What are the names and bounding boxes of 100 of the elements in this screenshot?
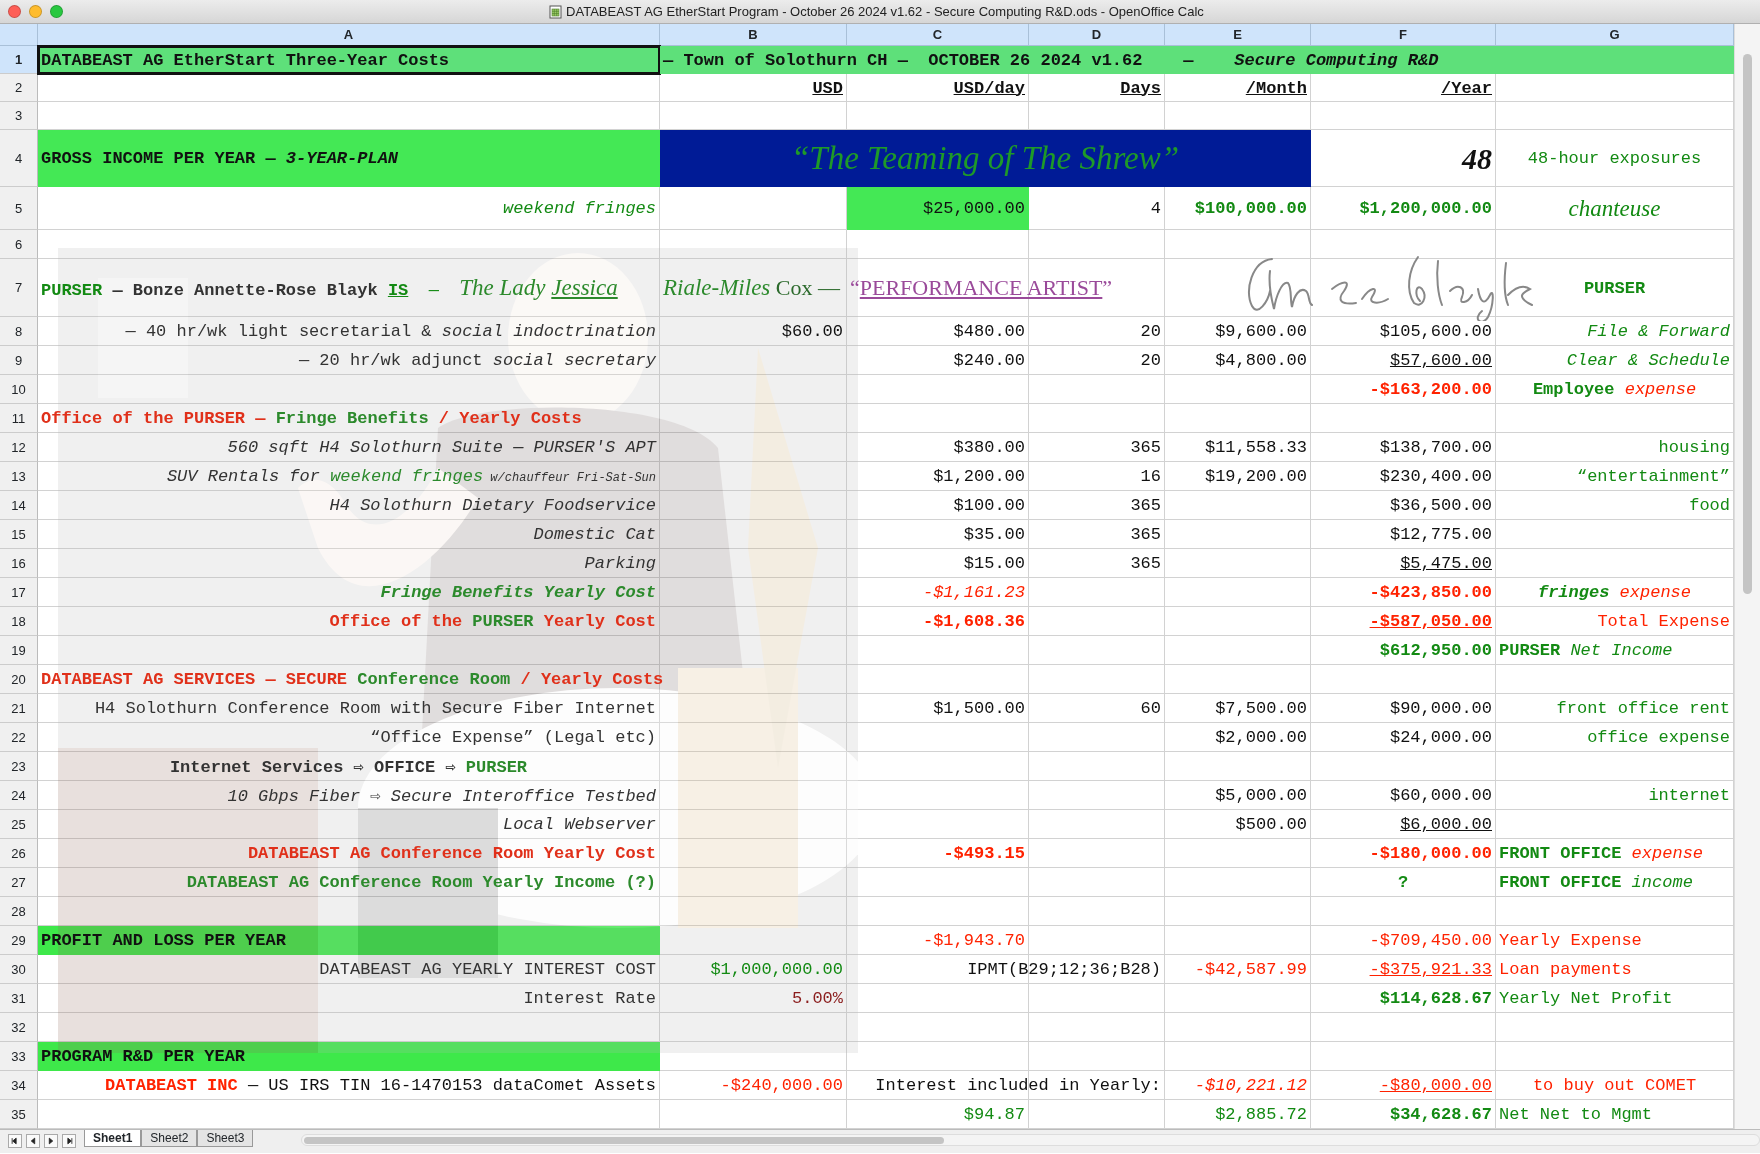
row-header[interactable]: 23 [0, 752, 38, 781]
row-header[interactable]: 19 [0, 636, 38, 665]
row-header[interactable]: 35 [0, 1100, 38, 1129]
cell-text: Fringe Benefits Yearly Cost [380, 583, 656, 602]
cell-text: “entertainment” [1576, 467, 1730, 486]
row-header[interactable]: 6 [0, 230, 38, 259]
sheet-tab[interactable]: Sheet1 [84, 1130, 142, 1147]
row-header[interactable]: 21 [0, 694, 38, 723]
cell-text: $1,200.00 [933, 467, 1025, 486]
cell-text: $100.00 [953, 496, 1025, 515]
row-header[interactable]: 3 [0, 102, 38, 130]
zoom-button[interactable] [50, 5, 63, 18]
cell-text: “PERFORMANCE ARTIST” [850, 275, 1113, 301]
cell-text: $25,000.00 [922, 199, 1025, 218]
row-header[interactable]: 20 [0, 665, 38, 694]
cell-text: $105,600.00 [1379, 322, 1492, 341]
row-header[interactable]: 8 [0, 317, 38, 346]
cell-text: $138,700.00 [1379, 438, 1492, 457]
cell-text: IPMT(B29;12;36;B28) [967, 960, 1161, 979]
row-header[interactable]: 28 [0, 897, 38, 926]
cell-text: $5,000.00 [1215, 786, 1307, 805]
column-header[interactable]: D [1029, 24, 1165, 46]
cell-text: food [1689, 496, 1730, 515]
cell-text: PURSER Net Income [1499, 641, 1673, 660]
row-header[interactable]: 27 [0, 868, 38, 897]
row-header[interactable]: 34 [0, 1071, 38, 1100]
cell-text: Clear & Schedule [1566, 351, 1730, 370]
cell-text: $35.00 [963, 525, 1025, 544]
cell-text: $15.00 [963, 554, 1025, 573]
first-sheet-button[interactable] [8, 1134, 22, 1148]
row-header[interactable]: 24 [0, 781, 38, 810]
row-header[interactable]: 2 [0, 74, 38, 102]
cell-text: $380.00 [953, 438, 1025, 457]
row-header[interactable]: 29 [0, 926, 38, 955]
cell-text: FRONT OFFICE income [1499, 873, 1693, 892]
cell-text: -$163,200.00 [1369, 380, 1492, 399]
scrollbar-thumb[interactable] [1743, 54, 1752, 594]
cell-text: 20 [1140, 322, 1161, 341]
cell-text: $2,000.00 [1215, 728, 1307, 747]
row-header[interactable]: 9 [0, 346, 38, 375]
row-header[interactable]: 13 [0, 462, 38, 491]
cell-text: Interest included in Yearly: [875, 1076, 1161, 1095]
minimize-button[interactable] [29, 5, 42, 18]
column-header[interactable]: F [1311, 24, 1496, 46]
cell-text: Yearly Net Profit [1499, 989, 1673, 1008]
cell-text: DATABEAST AG EtherStart Three-Year Costs [41, 50, 450, 70]
column-header[interactable]: B [660, 24, 847, 46]
scrollbar-thumb[interactable] [304, 1137, 945, 1144]
cell-text: $612,950.00 [1379, 641, 1492, 660]
cell-text: -$10,221.12 [1194, 1076, 1307, 1095]
cell-text: 365 [1130, 525, 1161, 544]
cell-text: 48 [1462, 141, 1492, 176]
cell-text: Office of the PURSER — Fringe Benefits / Yearly Costs [41, 409, 582, 428]
cell-text: Loan payments [1499, 960, 1632, 979]
row-header[interactable]: 22 [0, 723, 38, 752]
cell-text: to buy out COMET [1532, 1076, 1697, 1095]
row-header[interactable]: 10 [0, 375, 38, 404]
row-header[interactable]: 17 [0, 578, 38, 607]
row-header[interactable]: 15 [0, 520, 38, 549]
cell-text: DATABEAST INC — US IRS TIN 16-1470153 dataComet Assets [105, 1076, 656, 1095]
row-header[interactable]: 25 [0, 810, 38, 839]
cell-text: USD [812, 78, 843, 98]
row-header[interactable]: 12 [0, 433, 38, 462]
cell-text: Net Net to Mgmt [1499, 1105, 1653, 1124]
cell-text: 4 [1150, 199, 1161, 218]
row-header[interactable]: 26 [0, 839, 38, 868]
row-header[interactable]: 16 [0, 549, 38, 578]
column-header[interactable]: A [38, 24, 660, 46]
next-sheet-button[interactable] [44, 1134, 58, 1148]
cell-text: $9,600.00 [1215, 322, 1307, 341]
skip-forward-icon [65, 1137, 73, 1145]
cell-text: $90,000.00 [1389, 699, 1492, 718]
row-header[interactable]: 31 [0, 984, 38, 1013]
row-header[interactable]: 14 [0, 491, 38, 520]
row-header[interactable]: 32 [0, 1013, 38, 1042]
sheet-tab[interactable]: Sheet3 [197, 1130, 254, 1147]
sheet-tab[interactable]: Sheet2 [141, 1130, 198, 1147]
column-header[interactable]: E [1165, 24, 1311, 46]
row-header[interactable]: 11 [0, 404, 38, 433]
row-header[interactable]: 1 [0, 46, 38, 74]
row-header[interactable]: 7 [0, 259, 38, 317]
cell-text: Parking [584, 554, 656, 573]
column-header[interactable]: C [847, 24, 1029, 46]
cell-text: Yearly Expense [1499, 931, 1642, 950]
row-header[interactable]: 33 [0, 1042, 38, 1071]
row-header[interactable]: 4 [0, 130, 38, 187]
previous-sheet-button[interactable] [26, 1134, 40, 1148]
cell-text: -$587,050.00 [1369, 612, 1492, 631]
corner-cell[interactable] [0, 24, 38, 46]
row-header[interactable]: 18 [0, 607, 38, 636]
close-button[interactable] [8, 5, 21, 18]
row-header[interactable]: 30 [0, 955, 38, 984]
skip-back-icon [11, 1137, 19, 1145]
cell-text: -$1,608.36 [922, 612, 1025, 631]
cell-text: $2,885.72 [1215, 1105, 1307, 1124]
row-header[interactable]: 5 [0, 187, 38, 230]
last-sheet-button[interactable] [62, 1134, 76, 1148]
column-header[interactable]: G [1496, 24, 1734, 46]
cell-text: /Month [1245, 78, 1307, 98]
cell-text: $7,500.00 [1215, 699, 1307, 718]
